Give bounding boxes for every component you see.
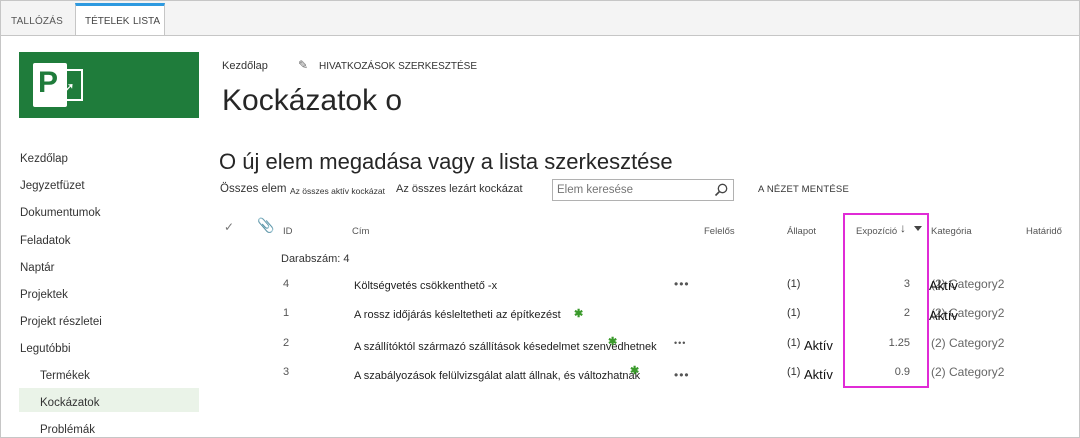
view-all-items[interactable]: Összes elem: [220, 183, 286, 195]
new-item-icon: ✱: [574, 308, 584, 320]
more-options-icon[interactable]: •••: [674, 368, 690, 382]
nav-item-project-details[interactable]: Projekt részletei: [20, 316, 102, 328]
document-icon: ➚: [57, 69, 83, 101]
row-status-label: Aktív: [804, 338, 833, 353]
column-header-title[interactable]: Cím: [352, 226, 369, 237]
row-id: 2: [283, 337, 290, 349]
site-logo[interactable]: P ➚: [19, 52, 199, 118]
search-box: [552, 179, 734, 201]
search-input[interactable]: [557, 182, 707, 198]
nav-item-notebook[interactable]: Jegyzetfüzet: [20, 180, 85, 192]
group-count: Darabszám: 4: [281, 253, 350, 265]
row-category: (2) Category2: [931, 365, 1005, 379]
tab-list[interactable]: LISTA: [133, 16, 160, 27]
list-title-new-item[interactable]: O új elem megadása vagy a lista szerkesz…: [219, 149, 673, 175]
row-title[interactable]: A rossz időjárás késleltetheti az építke…: [354, 309, 561, 321]
save-view-button[interactable]: A NÉZET MENTÉSE: [758, 184, 849, 195]
new-item-icon: ✱: [630, 365, 640, 377]
nav-subitem-issues[interactable]: Problémák: [40, 424, 95, 436]
column-header-status[interactable]: Állapot: [787, 226, 816, 237]
column-header-id[interactable]: ID: [283, 226, 293, 237]
nav-subitem-risks[interactable]: Kockázatok: [40, 397, 99, 409]
column-header-owner[interactable]: Felelős: [704, 226, 735, 237]
new-item-icon: ✱: [608, 336, 618, 348]
row-title[interactable]: Költségvetés csökkenthető -x: [354, 280, 497, 292]
row-status-number: (1): [787, 307, 801, 319]
row-id: 3: [283, 366, 290, 378]
arrow-icon: ➚: [63, 79, 75, 95]
more-options-icon[interactable]: •••: [674, 277, 690, 291]
row-id: 1: [283, 307, 290, 319]
row-status-label: Aktív: [929, 278, 958, 293]
pencil-icon[interactable]: ✎: [298, 58, 308, 72]
checkmark-icon[interactable]: ✓: [224, 220, 234, 234]
search-icon[interactable]: [713, 182, 729, 198]
view-closed-risks[interactable]: Az összes lezárt kockázat: [396, 183, 523, 195]
nav-subitem-products[interactable]: Termékek: [40, 370, 90, 382]
row-category: (2) Category2: [931, 336, 1005, 350]
nav-item-calendar[interactable]: Naptár: [20, 262, 55, 274]
view-active-risks[interactable]: Az összes aktív kockázat: [290, 186, 385, 196]
row-status-number: (1): [787, 278, 801, 290]
more-options-icon[interactable]: •••: [674, 338, 686, 348]
page-title: Kockázatok o: [222, 84, 403, 117]
nav-item-documents[interactable]: Dokumentumok: [20, 207, 101, 219]
tab-items[interactable]: TÉTELEK: [85, 16, 129, 27]
nav-item-projects[interactable]: Projektek: [20, 289, 68, 301]
nav-item-home[interactable]: Kezdőlap: [20, 153, 68, 165]
column-header-category[interactable]: Kategória: [931, 226, 972, 237]
row-status-label: Aktív: [804, 367, 833, 382]
row-title[interactable]: A szabályozások felülvizsgálat alatt áll…: [354, 370, 640, 382]
breadcrumb-home[interactable]: Kezdőlap: [222, 60, 268, 72]
row-status-number: (1): [787, 366, 801, 378]
nav-item-tasks[interactable]: Feladatok: [20, 235, 71, 247]
tab-browse[interactable]: TALLÓZÁS: [11, 16, 63, 27]
tab-group-items-list: TÉTELEK LISTA: [75, 3, 165, 35]
nav-item-recent[interactable]: Legutóbbi: [20, 343, 71, 355]
attachment-icon: 📎: [257, 217, 275, 233]
row-status-label: Aktív: [929, 308, 958, 323]
logo-letter: P: [38, 66, 59, 99]
exposure-highlight-box: [843, 213, 929, 388]
row-status-number: (1): [787, 337, 801, 349]
row-id: 4: [283, 278, 290, 290]
column-header-due-date[interactable]: Határidő: [1026, 226, 1062, 237]
edit-links-link[interactable]: HIVATKOZÁSOK SZERKESZTÉSE: [319, 61, 477, 72]
